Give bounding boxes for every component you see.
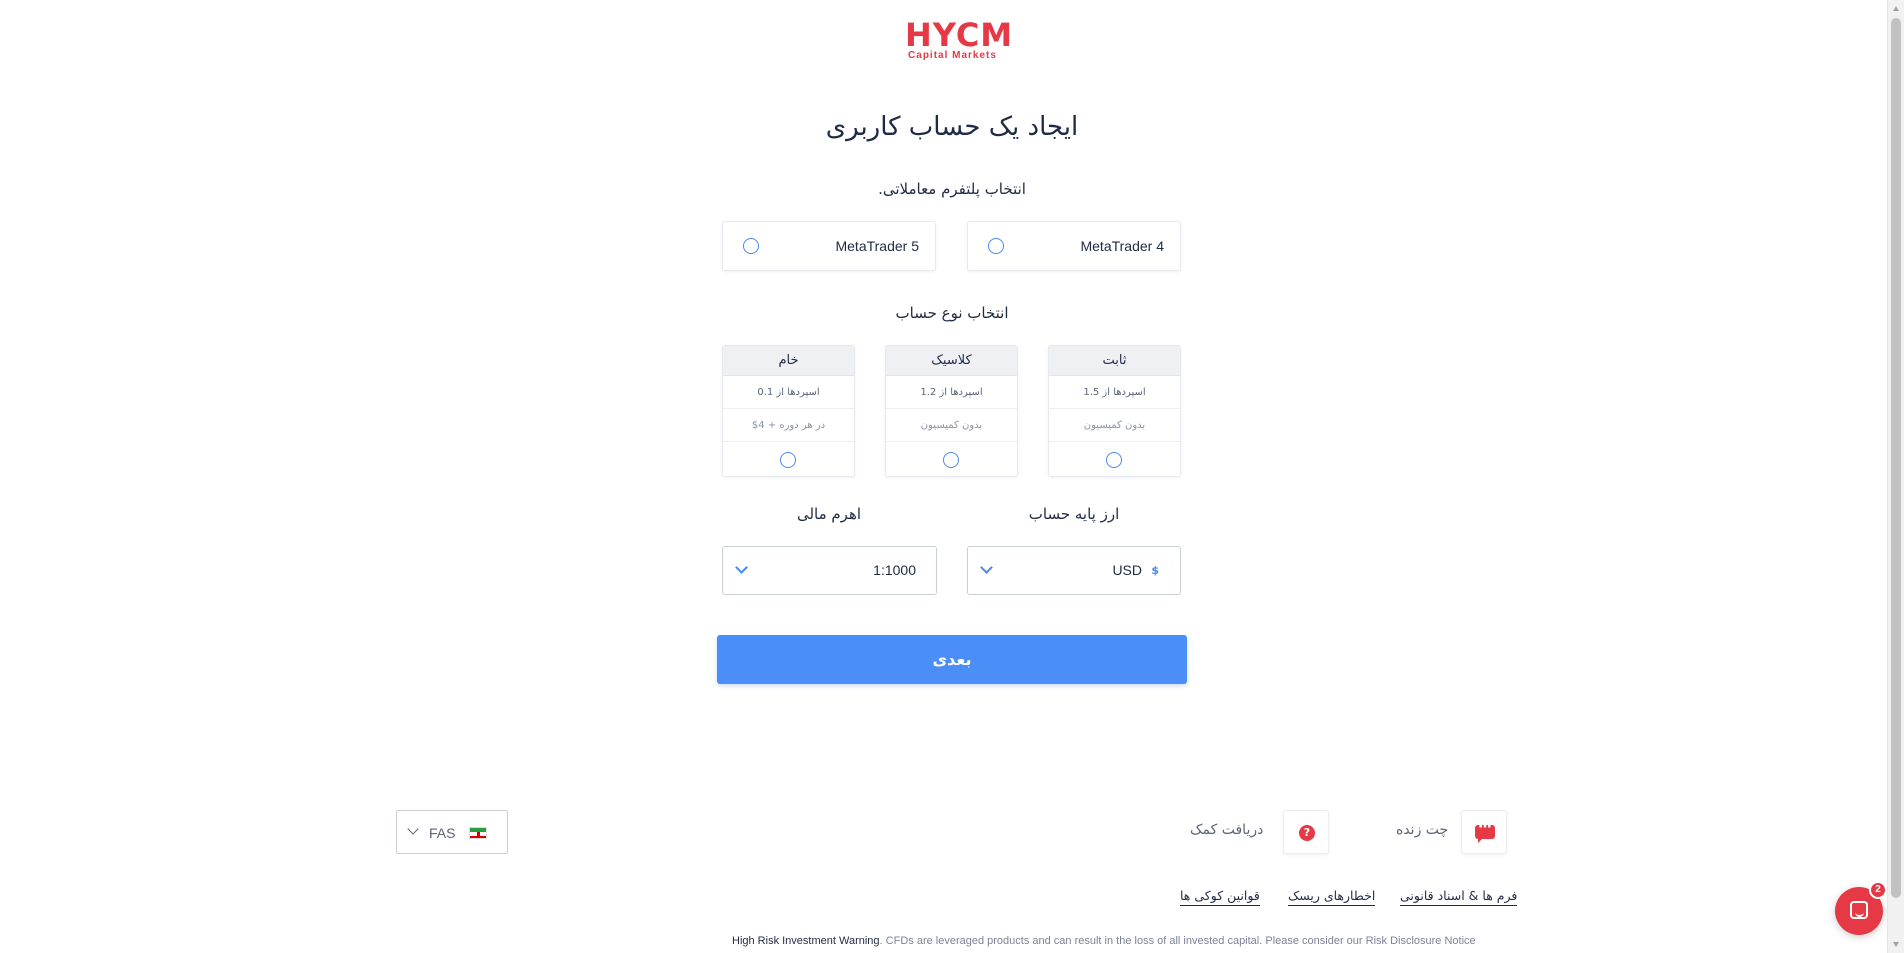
page-title: ایجاد یک حساب کاربری: [825, 112, 1079, 142]
get-help-button[interactable]: ?: [1283, 810, 1329, 854]
chevron-down-icon: [735, 561, 748, 574]
platform-option-mt4[interactable]: MetaTrader 4: [967, 221, 1181, 271]
account-card-title: کلاسیک: [886, 346, 1017, 376]
account-card-commission: بدون کمیسیون: [886, 409, 1017, 442]
account-radio-classic[interactable]: [943, 452, 959, 468]
vertical-scrollbar[interactable]: [1887, 0, 1904, 953]
risk-disclaimer: High Risk Investment Warning. CFDs are l…: [732, 935, 1507, 947]
account-card-commission: بدون کمیسیون: [1049, 409, 1180, 442]
messenger-icon: [1850, 901, 1868, 919]
platform-option-mt5[interactable]: MetaTrader 5: [722, 221, 936, 271]
hycm-logo[interactable]: HYCM Capital Markets: [905, 16, 1014, 61]
platform-section-label: انتخاب پلتفرم معاملاتی.: [878, 180, 1026, 198]
account-type-section-label: انتخاب نوع حساب: [895, 304, 1009, 322]
account-radio-fixed[interactable]: [1106, 452, 1122, 468]
footer-link-risk-warnings[interactable]: اخطارهای ریسک: [1288, 888, 1376, 906]
chevron-down-icon: [407, 823, 419, 835]
logo-mark: HYCM: [905, 16, 1014, 54]
chevron-down-icon: [980, 561, 993, 574]
base-currency-value: USD: [1112, 562, 1142, 578]
dollar-icon: $: [1151, 564, 1159, 577]
language-code: FAS: [429, 825, 456, 841]
scroll-down-icon[interactable]: [1893, 942, 1899, 947]
question-icon: ?: [1299, 825, 1315, 841]
account-card-classic[interactable]: کلاسیک اسپردها از 1.2 بدون کمیسیون: [885, 345, 1018, 477]
platform-option-label: MetaTrader 4: [1080, 238, 1164, 254]
platform-radio-mt4[interactable]: [988, 238, 1004, 254]
account-card-spread: اسپردها از 0.1: [723, 376, 854, 409]
account-card-title: ثابت: [1049, 346, 1180, 376]
base-currency-select[interactable]: $ USD: [967, 546, 1181, 595]
live-chat-label[interactable]: چت زنده: [1396, 822, 1448, 838]
account-card-title: خام: [723, 346, 854, 376]
leverage-label: اهرم مالی: [796, 505, 862, 523]
iran-flag-icon: [469, 827, 487, 839]
logo-subtitle: Capital Markets: [908, 50, 997, 61]
language-select[interactable]: FAS: [396, 810, 508, 854]
leverage-select[interactable]: 1:1000: [722, 546, 937, 595]
scrollbar-thumb[interactable]: [1891, 18, 1901, 898]
platform-option-label: MetaTrader 5: [835, 238, 919, 254]
live-chat-button[interactable]: [1461, 810, 1507, 854]
account-card-fixed[interactable]: ثابت اسپردها از 1.5 بدون کمیسیون: [1048, 345, 1181, 477]
account-card-spread: اسپردها از 1.2: [886, 376, 1017, 409]
next-button[interactable]: بعدی: [717, 635, 1187, 684]
disclaimer-title: High Risk Investment Warning: [732, 935, 880, 947]
account-radio-raw[interactable]: [780, 452, 796, 468]
platform-radio-mt5[interactable]: [743, 238, 759, 254]
notification-badge: 2: [1869, 881, 1887, 899]
messenger-launcher[interactable]: 2: [1835, 881, 1887, 935]
get-help-label[interactable]: دریافت کمک: [1190, 822, 1263, 838]
footer-link-legal-forms[interactable]: فرم ها & اسناد قانونی: [1400, 888, 1518, 906]
account-card-spread: اسپردها از 1.5: [1049, 376, 1180, 409]
account-card-commission: در هر دوره + 4$: [723, 409, 854, 442]
base-currency-label: ارز پایه حساب: [1028, 505, 1120, 523]
account-card-raw[interactable]: خام اسپردها از 0.1 در هر دوره + 4$: [722, 345, 855, 477]
scroll-up-icon[interactable]: [1893, 6, 1899, 11]
footer-link-cookie-policy[interactable]: قوانین کوکی ها: [1180, 888, 1260, 906]
leverage-value: 1:1000: [873, 562, 916, 578]
chat-icon: [1475, 819, 1495, 843]
disclaimer-body: . CFDs are leveraged products and can re…: [879, 935, 1476, 947]
